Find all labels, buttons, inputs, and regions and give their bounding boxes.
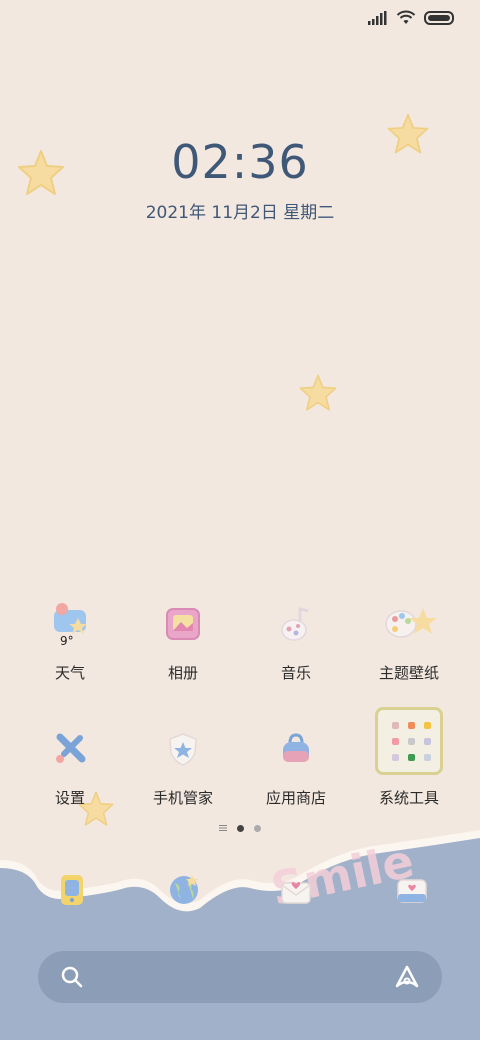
app-label: 应用商店 — [265, 789, 326, 807]
dock-wave-background: Smile — [0, 830, 480, 1040]
phone-icon — [61, 875, 83, 905]
app-security[interactable]: 手机管家 — [128, 721, 238, 808]
settings-icon — [42, 721, 98, 777]
security-shield-icon — [155, 721, 211, 777]
star-decoration — [299, 374, 337, 411]
dock-messages[interactable] — [276, 870, 316, 910]
clock-date[interactable]: 2021年 11月2日 星期二 — [0, 198, 480, 223]
weather-icon: 9° — [42, 596, 98, 652]
app-themes[interactable]: 主题壁纸 — [354, 596, 464, 683]
svg-text:9°: 9° — [60, 634, 74, 648]
app-label: 系统工具 — [378, 789, 439, 807]
assistant-icon[interactable] — [394, 964, 420, 990]
app-label: 音乐 — [280, 664, 311, 682]
gallery-icon — [155, 596, 211, 652]
app-store[interactable]: 应用商店 — [241, 721, 351, 808]
battery-icon — [424, 10, 454, 25]
app-label: 手机管家 — [152, 789, 213, 807]
app-settings[interactable]: 设置 — [15, 721, 125, 808]
app-store-bag-icon — [268, 721, 324, 777]
app-gallery[interactable]: 相册 — [128, 596, 238, 683]
status-bar — [368, 10, 456, 25]
folder-label-wrap: 系统工具 — [354, 721, 464, 808]
app-label: 天气 — [54, 664, 85, 682]
dock-phone[interactable] — [52, 870, 92, 910]
app-music[interactable]: 音乐 — [241, 596, 351, 683]
theme-palette-icon — [381, 596, 437, 652]
browser-globe-icon — [170, 875, 198, 904]
music-icon — [268, 596, 324, 652]
messages-icon — [281, 882, 311, 904]
folder-spacer — [381, 721, 437, 777]
wifi-icon — [396, 10, 416, 24]
dock-browser[interactable] — [164, 870, 204, 910]
signal-icon — [368, 10, 387, 25]
dock-camera[interactable] — [392, 870, 432, 910]
app-label: 主题壁纸 — [378, 664, 439, 682]
app-label: 设置 — [54, 789, 85, 807]
app-weather[interactable]: 9° 天气 — [15, 596, 125, 683]
search-bar[interactable] — [38, 951, 442, 1003]
app-label: 相册 — [167, 664, 198, 682]
search-icon[interactable] — [60, 965, 84, 989]
clock-time[interactable]: 02:36 — [0, 135, 480, 189]
camera-icon — [397, 879, 427, 903]
